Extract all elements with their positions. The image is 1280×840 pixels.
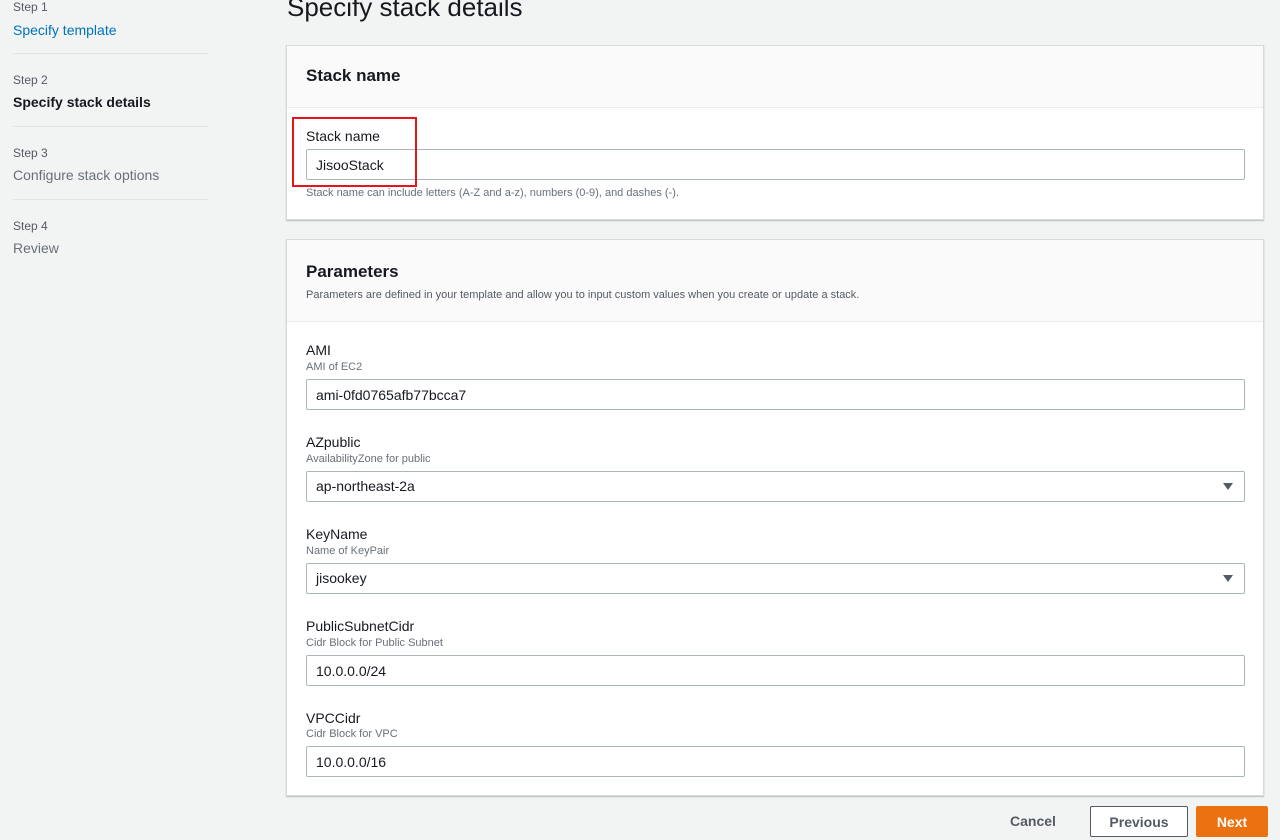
param-label-ami: AMI (306, 342, 331, 358)
annotation-highlight-box (292, 117, 417, 187)
step-2-title: Specify stack details (13, 94, 151, 110)
step-3-number: Step 3 (13, 146, 48, 160)
param-select-azpublic[interactable]: ap-northeast-2a (306, 471, 1245, 502)
param-input-ami[interactable] (306, 379, 1245, 410)
step-divider (13, 126, 208, 127)
parameters-panel: Parameters Parameters are defined in you… (286, 239, 1264, 796)
previous-button[interactable]: Previous (1090, 806, 1188, 837)
caret-down-icon (1223, 575, 1233, 582)
param-input-vpccidr[interactable] (306, 746, 1245, 777)
parameters-panel-body: AMI AMI of EC2 AZpublic AvailabilityZone… (287, 322, 1263, 796)
page-title: Specify stack details (287, 0, 523, 22)
stack-name-constraint: Stack name can include letters (A-Z and … (306, 187, 679, 199)
stack-name-panel: Stack name Stack name Stack name can inc… (286, 45, 1264, 220)
param-desc-publicsubnetcidr: Cidr Block for Public Subnet (306, 637, 443, 649)
step-4: Step 4 Review (13, 219, 208, 257)
step-divider (13, 53, 208, 54)
stack-name-panel-header: Stack name (287, 46, 1263, 108)
cancel-button[interactable]: Cancel (1010, 813, 1056, 829)
stack-name-panel-title: Stack name (306, 66, 401, 85)
param-desc-keyname: Name of KeyPair (306, 545, 390, 557)
param-label-keyname: KeyName (306, 526, 368, 542)
parameters-panel-description: Parameters are defined in your template … (306, 289, 860, 301)
param-desc-azpublic: AvailabilityZone for public (306, 453, 431, 465)
step-1[interactable]: Step 1 Specify template (13, 0, 208, 39)
step-3-title: Configure stack options (13, 167, 160, 183)
step-2: Step 2 Specify stack details (13, 73, 208, 111)
param-select-keyname[interactable]: jisookey (306, 563, 1245, 594)
param-input-publicsubnetcidr[interactable] (306, 655, 1245, 686)
param-desc-ami: AMI of EC2 (306, 361, 363, 373)
param-desc-vpccidr: Cidr Block for VPC (306, 728, 398, 740)
step-1-link[interactable]: Specify template (13, 21, 208, 39)
step-4-title: Review (13, 240, 59, 256)
param-label-publicsubnetcidr: PublicSubnetCidr (306, 618, 415, 634)
caret-down-icon (1223, 483, 1233, 490)
stack-name-input[interactable] (306, 149, 1245, 180)
step-1-number: Step 1 (13, 0, 48, 14)
next-button[interactable]: Next (1196, 806, 1268, 837)
param-select-keyname-value: jisookey (316, 570, 367, 586)
parameters-panel-title: Parameters (306, 262, 399, 281)
step-3: Step 3 Configure stack options (13, 146, 208, 184)
step-divider (13, 199, 208, 200)
step-4-number: Step 4 (13, 219, 48, 233)
param-select-azpublic-value: ap-northeast-2a (316, 478, 415, 494)
step-2-number: Step 2 (13, 73, 48, 87)
parameters-panel-header: Parameters Parameters are defined in you… (287, 240, 1263, 322)
stack-name-panel-body: Stack name Stack name can include letter… (287, 108, 1263, 220)
param-label-vpccidr: VPCCidr (306, 710, 361, 726)
param-label-azpublic: AZpublic (306, 434, 361, 450)
